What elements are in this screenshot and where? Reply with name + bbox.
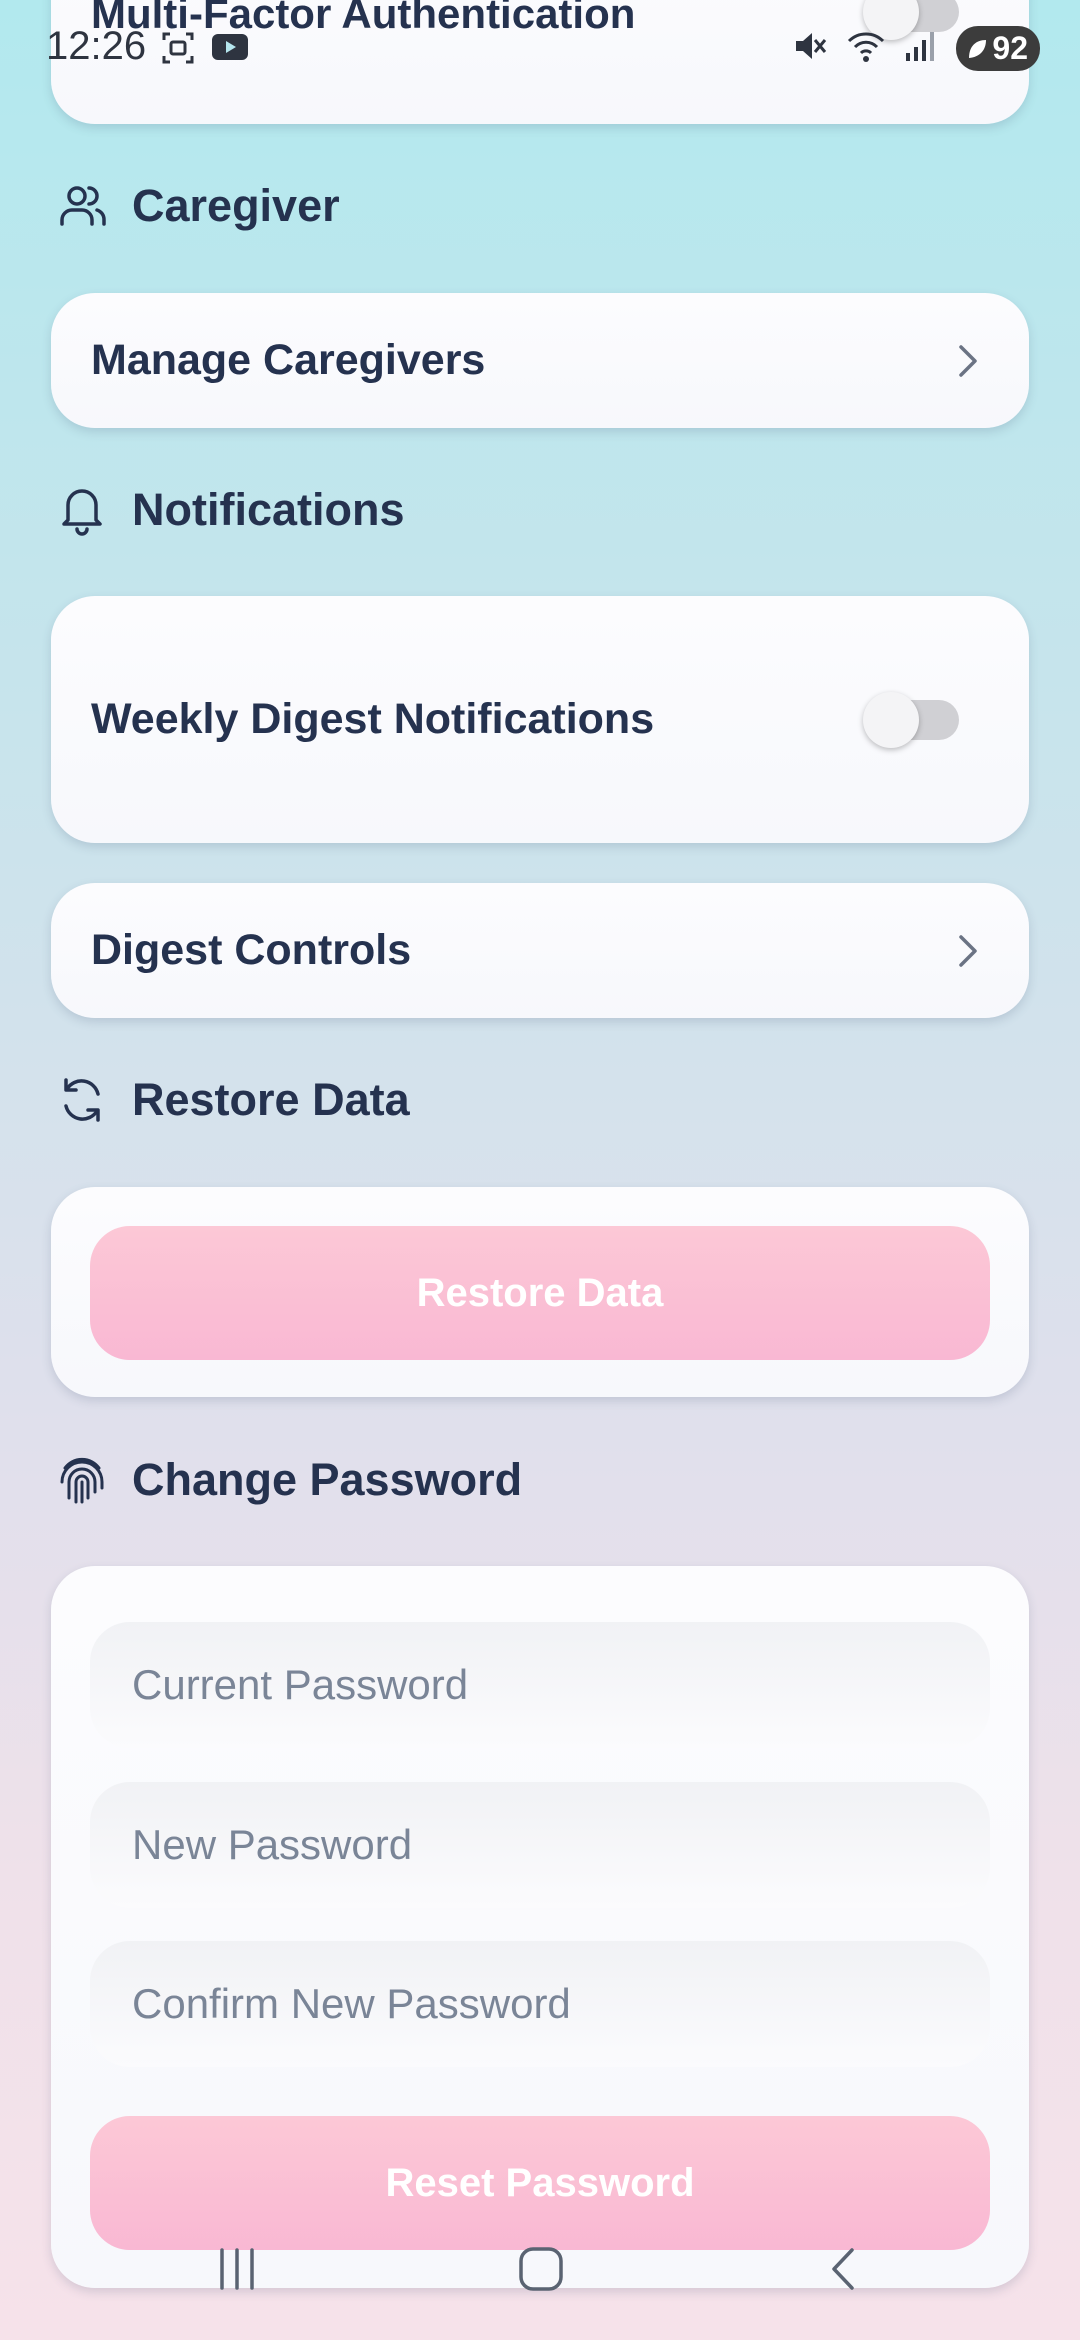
system-navigation-bar bbox=[0, 2232, 1080, 2312]
weekly-digest-label: Weekly Digest Notifications bbox=[91, 695, 655, 743]
users-icon bbox=[56, 180, 108, 232]
change-password-section-header: Change Password bbox=[56, 1454, 522, 1506]
status-icons-right: 92 bbox=[792, 26, 1040, 71]
current-password-input[interactable] bbox=[90, 1622, 990, 1748]
caregiver-section-header: Caregiver bbox=[56, 180, 340, 232]
manage-caregivers-row[interactable]: Manage Caregivers bbox=[51, 293, 1029, 428]
digest-controls-label: Digest Controls bbox=[91, 926, 412, 974]
chevron-right-icon bbox=[959, 935, 977, 967]
new-password-input[interactable] bbox=[90, 1782, 990, 1908]
wifi-icon bbox=[846, 28, 886, 69]
youtube-icon bbox=[210, 30, 250, 71]
status-icons-left bbox=[160, 30, 250, 71]
fingerprint-icon bbox=[56, 1454, 108, 1506]
chevron-right-icon bbox=[959, 345, 977, 377]
restore-section-title: Restore Data bbox=[132, 1074, 410, 1125]
weekly-digest-toggle[interactable] bbox=[863, 692, 959, 748]
status-time: 12:26 bbox=[46, 24, 147, 68]
restore-data-card: Restore Data bbox=[51, 1187, 1029, 1397]
change-password-section-title: Change Password bbox=[132, 1454, 523, 1505]
restore-data-button[interactable]: Restore Data bbox=[90, 1226, 990, 1360]
signal-icon bbox=[904, 29, 938, 68]
weekly-digest-card: Weekly Digest Notifications bbox=[51, 596, 1029, 843]
reset-password-button[interactable]: Reset Password bbox=[90, 2116, 990, 2250]
bell-icon bbox=[56, 484, 108, 536]
back-icon[interactable] bbox=[826, 2246, 860, 2292]
recent-apps-icon[interactable] bbox=[214, 2246, 260, 2292]
refresh-icon bbox=[56, 1074, 108, 1126]
mute-icon bbox=[792, 28, 828, 69]
change-password-card: Reset Password bbox=[51, 1566, 1029, 2288]
caregiver-section-title: Caregiver bbox=[132, 180, 340, 231]
confirm-password-input[interactable] bbox=[90, 1941, 990, 2067]
home-icon[interactable] bbox=[518, 2246, 564, 2292]
battery-indicator: 92 bbox=[956, 26, 1040, 71]
digest-controls-row[interactable]: Digest Controls bbox=[51, 883, 1029, 1018]
weekly-digest-toggle-knob bbox=[863, 692, 919, 748]
leaf-icon bbox=[969, 39, 987, 58]
notifications-section-header: Notifications bbox=[56, 484, 405, 536]
screenshot-icon bbox=[160, 30, 196, 71]
battery-level: 92 bbox=[992, 30, 1028, 66]
notifications-section-title: Notifications bbox=[132, 484, 405, 535]
manage-caregivers-label: Manage Caregivers bbox=[91, 336, 486, 384]
restore-section-header: Restore Data bbox=[56, 1074, 410, 1126]
